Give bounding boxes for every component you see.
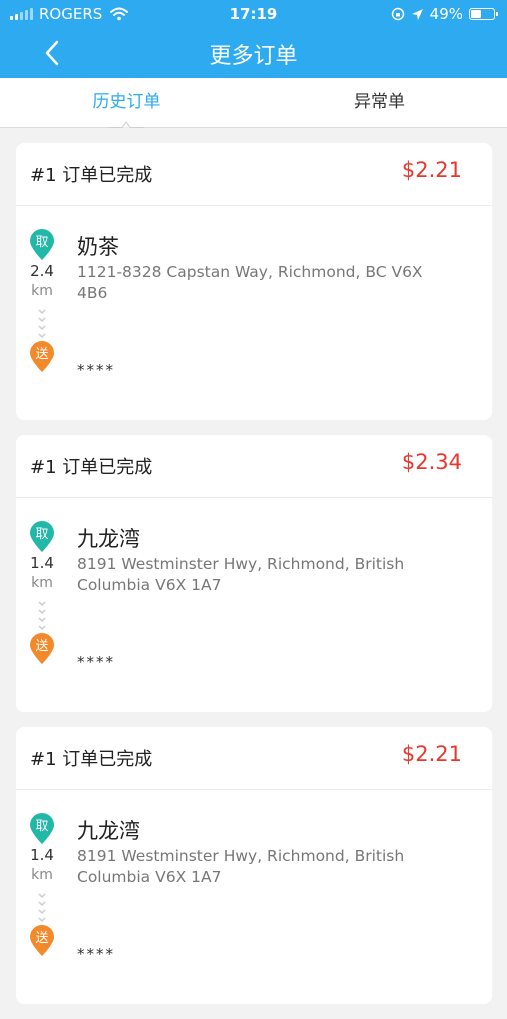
pickup-address: 1121-8328 Capstan Way, Richmond, BC V6X … — [77, 262, 457, 304]
distance-unit: km — [31, 575, 53, 591]
order-card[interactable]: #1 订单已完成 $2.21 取 2.4 km 送 奶茶 1121-8328 C… — [16, 143, 492, 420]
shop-name: 九龙湾 — [77, 527, 140, 551]
page-title: 更多订单 — [209, 44, 298, 69]
status-right: 49% — [391, 5, 498, 23]
route-dots-icon — [38, 893, 46, 923]
pickup-pin-icon: 取 — [30, 813, 54, 844]
order-price: $2.34 — [401, 450, 462, 474]
order-card-header: #1 订单已完成 $2.21 — [16, 727, 492, 790]
distance-value: 2.4 — [30, 262, 54, 280]
recipient-masked: **** — [77, 945, 115, 963]
status-bar: ROGERS 17:19 49% — [0, 0, 507, 28]
order-status: #1 订单已完成 — [30, 165, 153, 186]
tab-history-label: 历史订单 — [92, 92, 161, 112]
pickup-badge-text: 取 — [35, 527, 48, 542]
shop-name: 奶茶 — [77, 235, 119, 259]
distance-unit: km — [31, 283, 53, 299]
recipient-masked: **** — [77, 653, 115, 671]
delivery-pin-icon: 送 — [30, 925, 54, 956]
active-tab-indicator — [108, 121, 144, 128]
pickup-badge-text: 取 — [35, 819, 48, 834]
delivery-badge-text: 送 — [35, 639, 48, 654]
address-line-1: 8191 Westminster Hwy, Richmond, British — [77, 847, 405, 865]
address-line-1: 8191 Westminster Hwy, Richmond, British — [77, 555, 405, 573]
delivery-pin-icon: 送 — [30, 341, 54, 372]
address-line-2: Columbia V6X 1A7 — [77, 576, 222, 594]
address-line-2: 4B6 — [77, 284, 108, 302]
shop-name: 九龙湾 — [77, 819, 140, 843]
distance-readout: 1.4 km — [28, 553, 56, 593]
tab-exceptions-label: 异常单 — [354, 92, 405, 112]
address-line-1: 1121-8328 Capstan Way, Richmond, BC V6X — [77, 263, 423, 281]
delivery-badge-text: 送 — [35, 931, 48, 946]
delivery-pin-icon: 送 — [30, 633, 54, 664]
recipient-masked: **** — [77, 361, 115, 379]
address-line-2: Columbia V6X 1A7 — [77, 868, 222, 886]
route-dots-icon — [38, 309, 46, 339]
tab-exceptions[interactable]: 异常单 — [253, 78, 506, 127]
distance-readout: 2.4 km — [28, 261, 56, 301]
app-header: ROGERS 17:19 49% 更多订单 — [0, 0, 507, 78]
order-card-header: #1 订单已完成 $2.21 — [16, 143, 492, 206]
rotation-lock-icon — [391, 7, 404, 21]
pickup-pin-icon: 取 — [30, 229, 54, 260]
route-dots-icon — [38, 601, 46, 631]
distance-value: 1.4 — [30, 846, 54, 864]
distance-readout: 1.4 km — [28, 845, 56, 885]
distance-value: 1.4 — [30, 554, 54, 572]
order-price: $2.21 — [401, 742, 462, 766]
pickup-address: 8191 Westminster Hwy, Richmond, British … — [77, 554, 457, 596]
order-status: #1 订单已完成 — [30, 749, 153, 770]
delivery-badge-text: 送 — [35, 347, 48, 362]
order-card-header: #1 订单已完成 $2.34 — [16, 435, 492, 498]
pickup-badge-text: 取 — [35, 235, 48, 250]
pickup-address: 8191 Westminster Hwy, Richmond, British … — [77, 846, 457, 888]
order-card[interactable]: #1 订单已完成 $2.21 取 1.4 km 送 九龙湾 8191 Westm… — [16, 727, 492, 1004]
order-tabs: 历史订单 异常单 — [0, 78, 507, 128]
order-price: $2.21 — [401, 158, 462, 182]
distance-unit: km — [31, 867, 53, 883]
battery-percent: 49% — [429, 5, 463, 23]
order-status: #1 订单已完成 — [30, 457, 153, 478]
location-arrow-icon — [411, 8, 423, 20]
pickup-pin-icon: 取 — [30, 521, 54, 552]
battery-icon — [469, 8, 498, 20]
order-card[interactable]: #1 订单已完成 $2.34 取 1.4 km 送 九龙湾 8191 Westm… — [16, 435, 492, 712]
nav-bar: 更多订单 — [0, 28, 507, 78]
order-list: #1 订单已完成 $2.21 取 2.4 km 送 奶茶 1121-8328 C… — [16, 143, 492, 1019]
